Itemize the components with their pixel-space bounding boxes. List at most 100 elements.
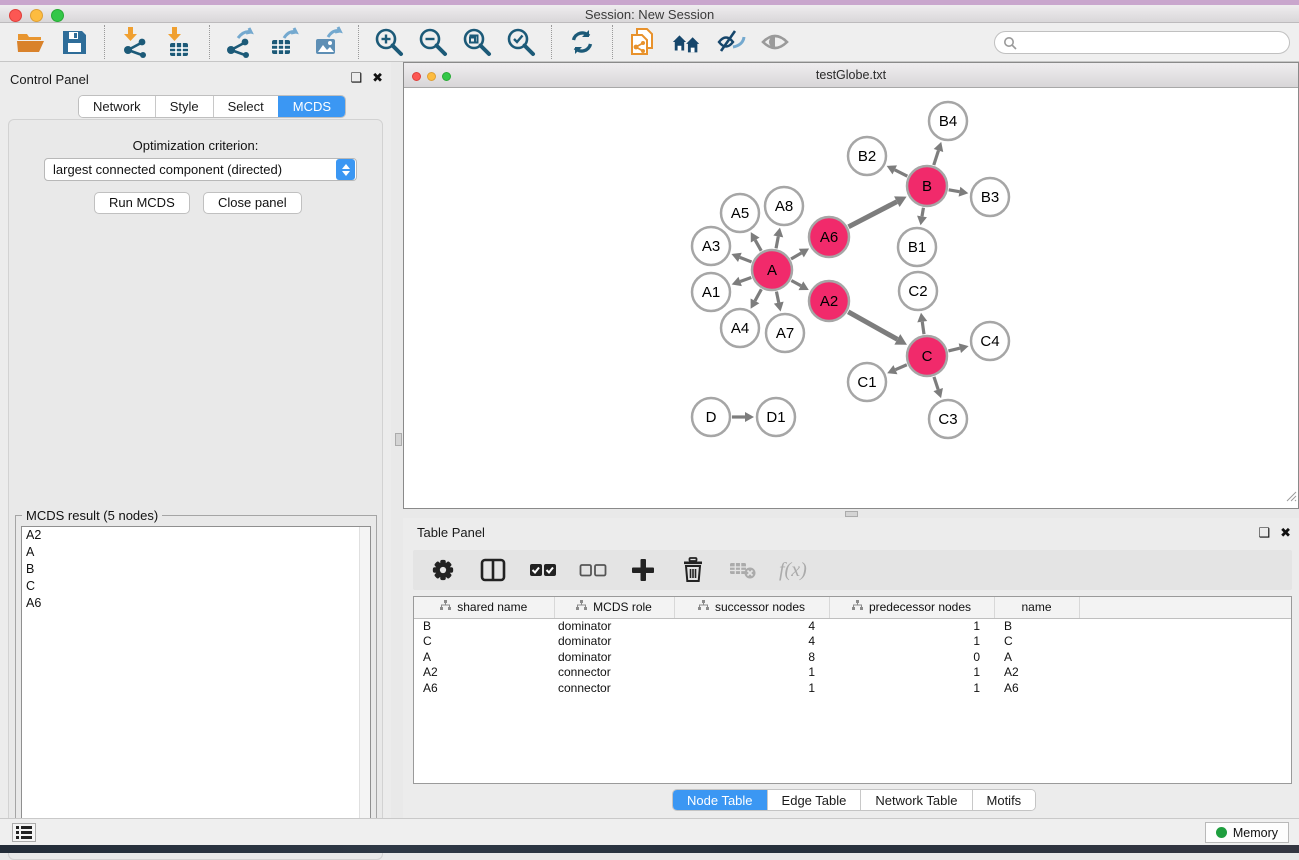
network-window-titlebar[interactable]: testGlobe.txt (404, 63, 1298, 88)
cell[interactable]: dominator (554, 618, 674, 634)
cell[interactable]: C (994, 634, 1079, 650)
edge-B-B4[interactable] (934, 150, 939, 165)
task-history-button[interactable] (12, 823, 36, 842)
tab-motifs[interactable]: Motifs (972, 790, 1036, 810)
cell[interactable] (1079, 665, 1292, 681)
refresh-icon[interactable] (566, 26, 598, 58)
cell[interactable]: 1 (829, 618, 994, 634)
zoom-fit-icon[interactable] (461, 26, 493, 58)
mcds-result-item[interactable]: C (22, 578, 370, 595)
tab-style[interactable]: Style (155, 96, 213, 117)
edge-A6-B[interactable] (849, 202, 897, 227)
memory-button[interactable]: Memory (1205, 822, 1289, 843)
cell[interactable]: A (994, 649, 1079, 665)
cell[interactable]: 1 (829, 634, 994, 650)
edge-A-A6[interactable] (791, 253, 801, 259)
run-mcds-button[interactable]: Run MCDS (94, 192, 190, 214)
mcds-result-item[interactable]: A2 (22, 527, 370, 544)
select-all-icon[interactable] (529, 556, 557, 584)
cell[interactable]: B (994, 618, 1079, 634)
close-panel-icon[interactable]: ✖ (372, 70, 383, 86)
network-graph[interactable]: B4B2BB3A5A8A6B1A3AA1C2A2A4A7C4CC1DD1C3 (404, 88, 1298, 508)
edge-A-A2[interactable] (791, 281, 801, 286)
mcds-result-item[interactable]: A (22, 544, 370, 561)
edge-B-B2[interactable] (895, 170, 908, 176)
tab-edge-table[interactable]: Edge Table (767, 790, 861, 810)
cell[interactable]: dominator (554, 634, 674, 650)
table-row[interactable]: Cdominator41C (414, 634, 1292, 650)
edge-A2-C[interactable] (848, 312, 897, 340)
column-header-predecessor-nodes[interactable]: predecessor nodes (829, 597, 994, 618)
zoom-in-icon[interactable] (373, 26, 405, 58)
cell[interactable]: A6 (994, 680, 1079, 696)
float-panel-icon[interactable]: ❑ (350, 70, 362, 86)
table-row[interactable]: Adominator80A (414, 649, 1292, 665)
search-field[interactable] (994, 31, 1290, 54)
edge-A-A4[interactable] (755, 289, 761, 301)
resize-grip-icon[interactable] (1284, 489, 1297, 507)
zoom-selected-icon[interactable] (505, 26, 537, 58)
edge-C-C3[interactable] (934, 377, 938, 390)
cell[interactable]: A2 (994, 665, 1079, 681)
search-input[interactable] (1022, 36, 1289, 50)
mcds-result-item[interactable]: A6 (22, 595, 370, 612)
table-row[interactable]: A2connector11A2 (414, 665, 1292, 681)
edge-A-A7[interactable] (776, 292, 778, 303)
tab-network-table[interactable]: Network Table (860, 790, 971, 810)
cell[interactable]: 1 (674, 665, 829, 681)
column-header-successor-nodes[interactable]: successor nodes (674, 597, 829, 618)
mcds-result-list[interactable]: A2ABCA6 (21, 526, 371, 846)
columns-icon[interactable] (479, 556, 507, 584)
horizontal-splitter-handle[interactable] (845, 511, 858, 517)
close-panel-button[interactable]: Close panel (203, 192, 302, 214)
export-image-icon[interactable] (312, 26, 344, 58)
vertical-splitter-handle[interactable] (395, 433, 402, 446)
column-header-shared-name[interactable]: shared name (414, 597, 554, 618)
hide-graphics-details-icon[interactable] (715, 26, 747, 58)
save-session-icon[interactable] (58, 26, 90, 58)
network-snapshot-icon[interactable] (627, 26, 659, 58)
edge-B-B3[interactable] (949, 190, 960, 192)
edge-C-C2[interactable] (922, 322, 924, 335)
deselect-all-icon[interactable] (579, 556, 607, 584)
export-table-icon[interactable] (268, 26, 300, 58)
edge-A-A1[interactable] (740, 277, 751, 281)
import-network-icon[interactable] (119, 26, 151, 58)
cell[interactable]: connector (554, 665, 674, 681)
open-file-icon[interactable] (14, 26, 46, 58)
cell[interactable] (1079, 618, 1292, 634)
tab-select[interactable]: Select (213, 96, 278, 117)
edge-C-C1[interactable] (895, 365, 906, 370)
edge-C-C4[interactable] (948, 348, 959, 351)
column-header-MCDS-role[interactable]: MCDS role (554, 597, 674, 618)
zoom-out-icon[interactable] (417, 26, 449, 58)
import-table-icon[interactable] (163, 26, 195, 58)
edge-B-B1[interactable] (922, 208, 923, 217)
float-panel-icon[interactable]: ❑ (1258, 525, 1270, 541)
mcds-result-item[interactable]: B (22, 561, 370, 578)
cell[interactable]: 0 (829, 649, 994, 665)
cell[interactable] (1079, 680, 1292, 696)
add-icon[interactable] (629, 556, 657, 584)
cell[interactable]: A2 (414, 665, 554, 681)
edge-A-A5[interactable] (755, 240, 761, 251)
tab-mcds[interactable]: MCDS (278, 96, 345, 117)
show-graphics-details-icon[interactable] (759, 26, 791, 58)
cell[interactable]: A (414, 649, 554, 665)
edge-A-A3[interactable] (740, 257, 752, 262)
cell[interactable]: 1 (674, 680, 829, 696)
cell[interactable]: C (414, 634, 554, 650)
tab-network[interactable]: Network (79, 96, 155, 117)
cell[interactable] (1079, 634, 1292, 650)
cybrowser-home-icon[interactable] (671, 26, 703, 58)
delete-icon[interactable] (679, 556, 707, 584)
cell[interactable] (1079, 649, 1292, 665)
tab-node-table[interactable]: Node Table (673, 790, 767, 810)
cell[interactable]: B (414, 618, 554, 634)
table-row[interactable]: A6connector11A6 (414, 680, 1292, 696)
node-table[interactable]: shared nameMCDS rolesuccessor nodesprede… (413, 596, 1292, 784)
cell[interactable]: connector (554, 680, 674, 696)
cell[interactable]: 4 (674, 618, 829, 634)
optimization-criterion-select[interactable]: largest connected component (directed) (44, 158, 357, 181)
cell[interactable]: 1 (829, 665, 994, 681)
